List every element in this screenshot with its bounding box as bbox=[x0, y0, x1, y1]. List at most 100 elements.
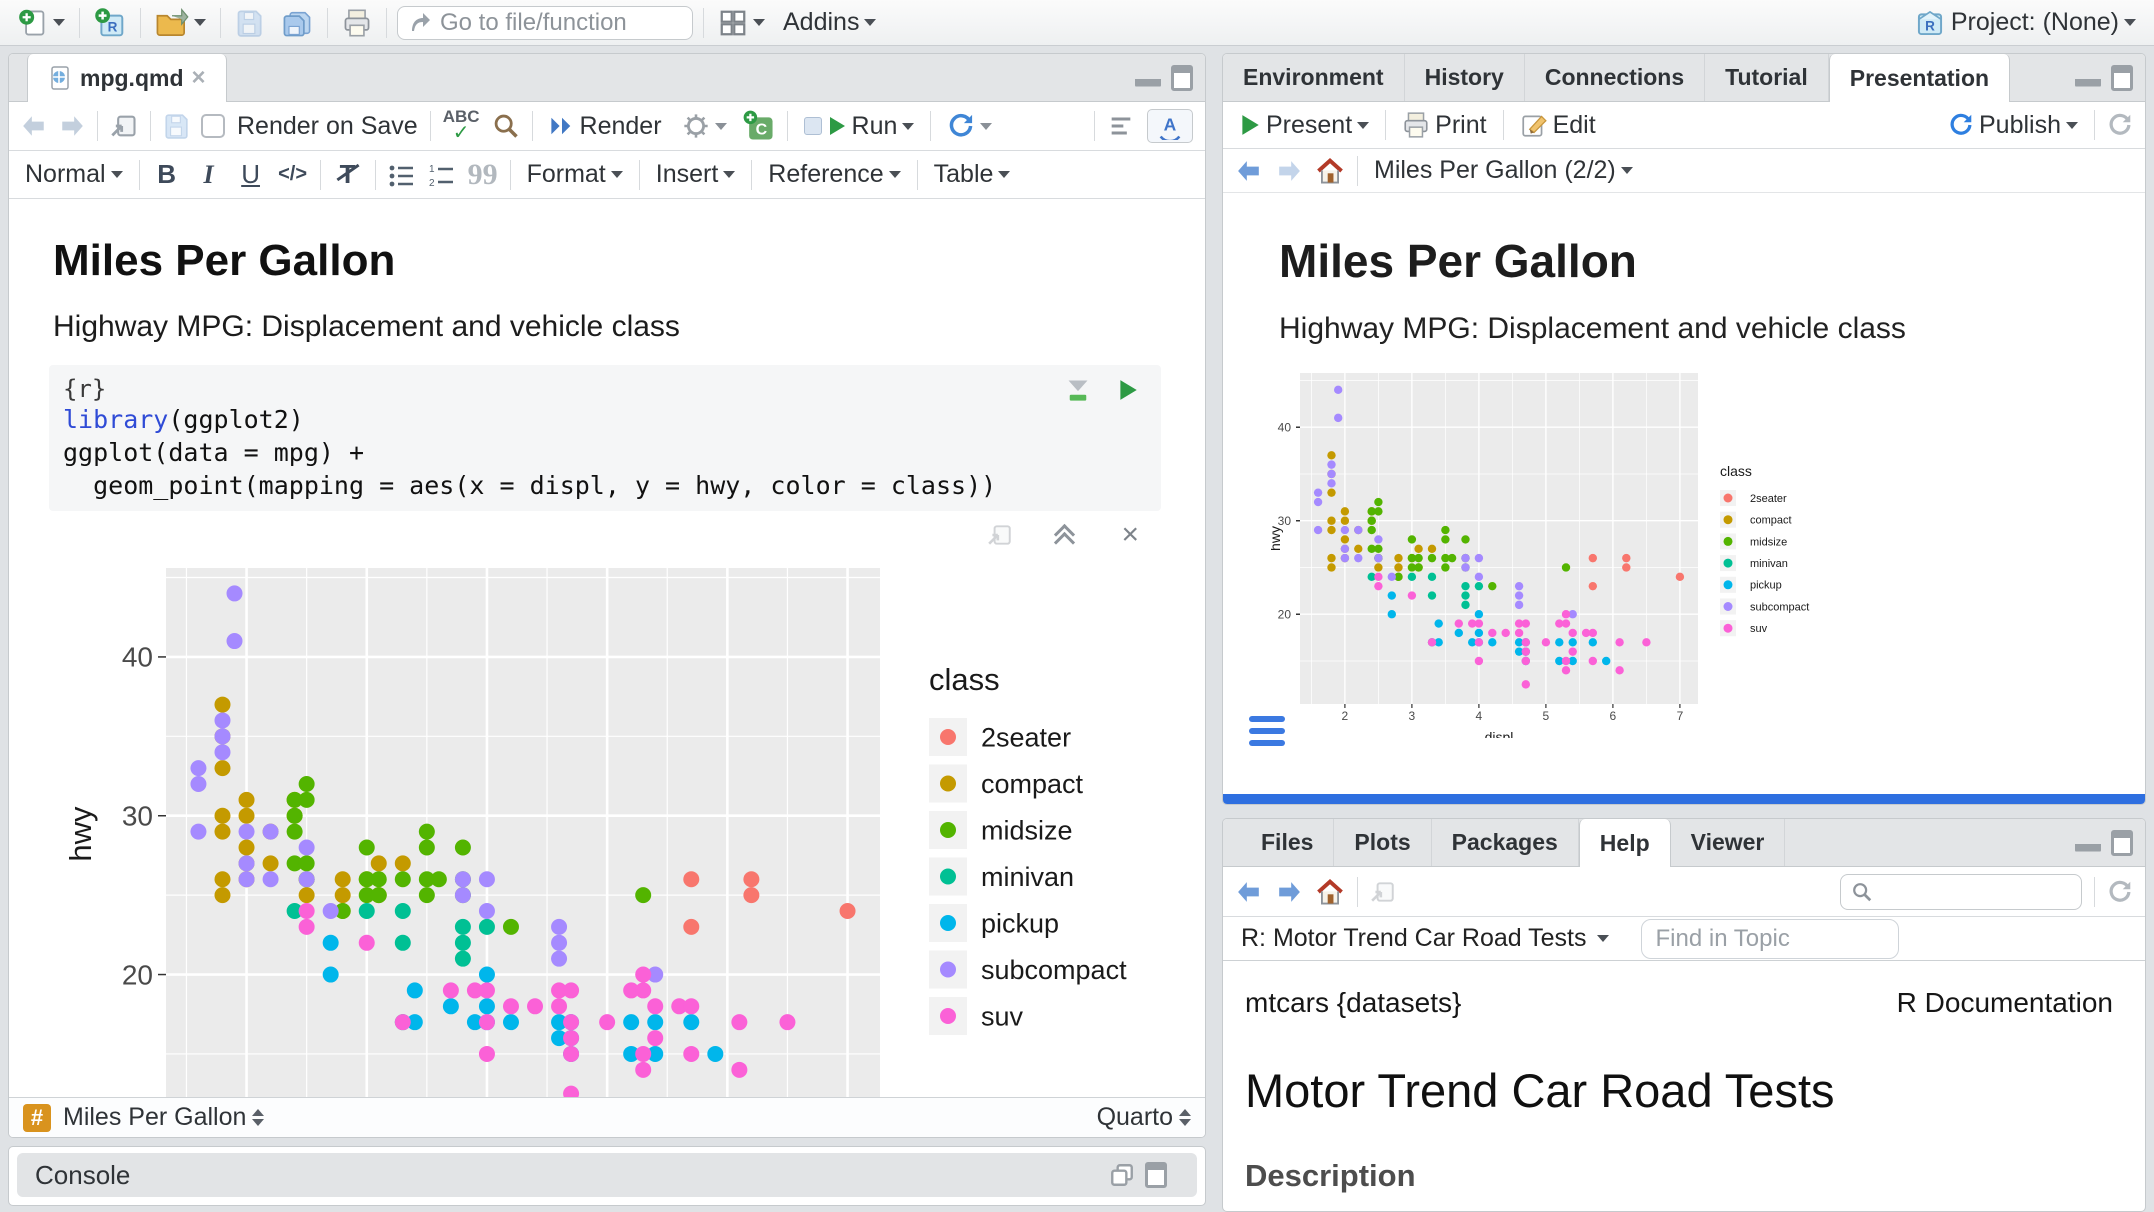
section-navigator[interactable]: # Miles Per Gallon bbox=[23, 1103, 264, 1132]
maximize-pane-icon[interactable] bbox=[1145, 1162, 1167, 1188]
workspace-panes-button[interactable] bbox=[714, 5, 769, 41]
help-search-box[interactable] bbox=[1840, 874, 2082, 910]
minimize-pane-icon[interactable] bbox=[2075, 69, 2101, 87]
present-button[interactable]: Present bbox=[1235, 108, 1373, 143]
paragraph-style-select[interactable]: Normal bbox=[21, 157, 127, 192]
italic-button[interactable]: I bbox=[194, 160, 224, 190]
console-header[interactable]: Console bbox=[17, 1153, 1197, 1197]
run-button[interactable]: Run bbox=[800, 109, 919, 144]
slide-scatter-plot: 203040234567displhwyclass2seatercompactm… bbox=[1271, 366, 1971, 738]
tab-presentation[interactable]: Presentation bbox=[1829, 54, 2010, 102]
print-icon bbox=[1402, 111, 1430, 139]
save-all-button[interactable] bbox=[277, 5, 317, 41]
close-icon[interactable]: × bbox=[192, 68, 206, 88]
save-icon[interactable] bbox=[163, 113, 189, 139]
code-chunk[interactable]: {r} library(ggplot2)ggplot(data = mpg) +… bbox=[49, 365, 1161, 511]
output-popout-icon[interactable] bbox=[987, 522, 1013, 548]
run-chunk-icon[interactable] bbox=[1117, 377, 1139, 403]
project-selector[interactable]: Project: (None) bbox=[1910, 4, 2140, 42]
svg-text:suv: suv bbox=[981, 1001, 1024, 1031]
slide-forward-icon[interactable] bbox=[1275, 159, 1303, 183]
table-menu[interactable]: Table bbox=[930, 157, 1015, 192]
forward-icon[interactable] bbox=[59, 114, 85, 138]
visual-editor-toggle[interactable] bbox=[1147, 109, 1193, 143]
help-refresh-icon[interactable] bbox=[2107, 879, 2133, 905]
render-on-save-checkbox[interactable] bbox=[201, 114, 225, 138]
home-slide-icon[interactable] bbox=[1315, 156, 1345, 186]
help-section-heading: Description bbox=[1245, 1158, 2113, 1194]
blockquote-button[interactable]: 99 bbox=[468, 158, 498, 192]
tab-mpg-qmd[interactable]: mpg.qmd × bbox=[27, 54, 227, 102]
bullet-list-button[interactable] bbox=[388, 161, 416, 189]
topic-selector[interactable]: R: Motor Trend Car Road Tests bbox=[1241, 924, 1587, 953]
help-content[interactable]: mtcars {datasets} R Documentation Motor … bbox=[1223, 961, 2145, 1194]
back-icon[interactable] bbox=[21, 114, 47, 138]
tab-plots[interactable]: Plots bbox=[1334, 819, 1431, 866]
open-file-button[interactable] bbox=[151, 5, 210, 41]
open-folder-icon bbox=[155, 8, 189, 38]
render-settings-button[interactable] bbox=[678, 109, 731, 143]
save-button[interactable] bbox=[231, 6, 267, 40]
restore-pane-icon[interactable] bbox=[1109, 1162, 1135, 1188]
tab-environment[interactable]: Environment bbox=[1223, 54, 1405, 101]
source-button[interactable] bbox=[943, 109, 996, 143]
insert-chunk-icon[interactable] bbox=[743, 110, 775, 142]
addins-button[interactable]: Addins bbox=[779, 5, 880, 40]
clear-output-icon[interactable]: × bbox=[1121, 525, 1139, 545]
maximize-pane-icon[interactable] bbox=[2111, 830, 2133, 856]
tab-viewer[interactable]: Viewer bbox=[1671, 819, 1786, 866]
goto-file-search[interactable] bbox=[397, 6, 693, 40]
slide-menu-icon[interactable] bbox=[1249, 716, 1285, 746]
clear-format-button[interactable]: T bbox=[333, 159, 363, 190]
tab-history[interactable]: History bbox=[1405, 54, 1525, 101]
help-popout-icon[interactable] bbox=[1370, 879, 1396, 905]
find-replace-icon[interactable] bbox=[492, 112, 520, 140]
tab-packages[interactable]: Packages bbox=[1432, 819, 1579, 866]
new-project-button[interactable] bbox=[90, 4, 130, 42]
tab-help[interactable]: Help bbox=[1579, 819, 1671, 867]
maximize-pane-icon[interactable] bbox=[1171, 65, 1193, 91]
collapse-output-icon[interactable] bbox=[1057, 527, 1077, 543]
spellcheck-button[interactable]: ABC ✓ bbox=[443, 110, 480, 142]
publish-button[interactable]: Publish bbox=[1944, 108, 2082, 143]
bold-button[interactable]: B bbox=[152, 159, 182, 190]
tab-tutorial[interactable]: Tutorial bbox=[1705, 54, 1829, 101]
print-slides-button[interactable]: Print bbox=[1398, 108, 1490, 143]
goto-file-input[interactable] bbox=[440, 9, 670, 37]
format-menu[interactable]: Format bbox=[523, 157, 627, 192]
help-home-icon[interactable] bbox=[1315, 877, 1345, 907]
chevron-down-icon bbox=[902, 123, 914, 130]
maximize-pane-icon[interactable] bbox=[2111, 65, 2133, 91]
doc-mode-selector[interactable]: Quarto bbox=[1097, 1103, 1191, 1132]
run-chunks-above-icon[interactable] bbox=[1065, 377, 1091, 403]
reference-menu[interactable]: Reference bbox=[764, 157, 904, 192]
help-forward-icon[interactable] bbox=[1275, 880, 1303, 904]
slide-title-selector[interactable]: Miles Per Gallon (2/2) bbox=[1370, 153, 1637, 188]
outline-toggle-icon[interactable] bbox=[1107, 112, 1135, 140]
find-in-topic-input[interactable] bbox=[1641, 919, 1899, 959]
insert-menu[interactable]: Insert bbox=[652, 157, 740, 192]
render-button[interactable]: Render bbox=[545, 109, 666, 144]
help-back-icon[interactable] bbox=[1235, 880, 1263, 904]
tab-connections[interactable]: Connections bbox=[1525, 54, 1705, 101]
print-button[interactable] bbox=[338, 5, 376, 41]
paragraph-style-label: Normal bbox=[25, 160, 106, 189]
document-canvas[interactable]: Miles Per Gallon Highway MPG: Displaceme… bbox=[9, 200, 1205, 1099]
refresh-icon[interactable] bbox=[2107, 112, 2133, 138]
edit-slides-button[interactable]: Edit bbox=[1516, 108, 1600, 143]
code-button[interactable]: </> bbox=[278, 163, 308, 186]
popout-icon[interactable] bbox=[110, 112, 138, 140]
underline-button[interactable]: U bbox=[236, 159, 266, 190]
help-search-input[interactable] bbox=[1879, 879, 2059, 905]
svg-text:30: 30 bbox=[122, 801, 153, 832]
new-file-button[interactable] bbox=[14, 5, 69, 41]
minimize-pane-icon[interactable] bbox=[2075, 834, 2101, 852]
minimize-pane-icon[interactable] bbox=[1135, 69, 1161, 87]
slide-back-icon[interactable] bbox=[1235, 159, 1263, 183]
svg-text:40: 40 bbox=[122, 642, 153, 673]
chevron-down-icon bbox=[2124, 19, 2136, 26]
slide-preview[interactable]: Miles Per Gallon Highway MPG: Displaceme… bbox=[1223, 194, 2145, 794]
tab-files[interactable]: Files bbox=[1241, 819, 1334, 866]
numbered-list-button[interactable]: 12 bbox=[428, 161, 456, 189]
goto-arrow-icon bbox=[408, 11, 432, 35]
